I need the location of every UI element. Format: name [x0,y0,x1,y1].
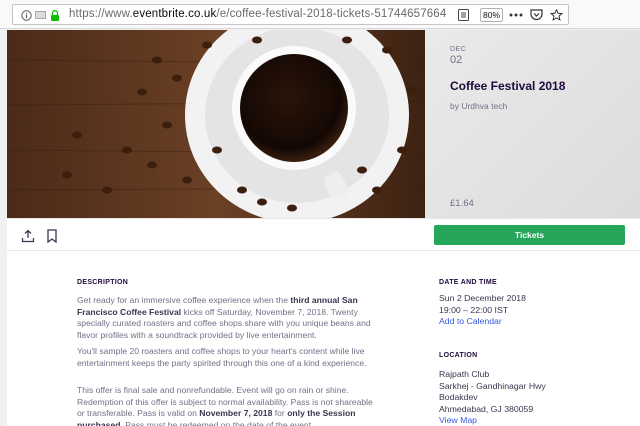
event-day: 02 [450,54,463,66]
reader-view-icon[interactable] [457,9,469,21]
browser-toolbar: https://www.eventbrite.co.uk/e/coffee-fe… [0,0,640,29]
venue-city: Ahmedabad, GJ 380059 [439,403,534,414]
venue-street: Sarkhej - Gandhinagar Hwy [439,380,546,391]
event-price: £1.64 [450,198,474,209]
text-run: Get ready for an immersive coffee experi… [77,295,291,305]
venue-name: Rajpath Club [439,369,490,379]
event-title: Coffee Festival 2018 [450,79,566,93]
date-time-heading: DATE AND TIME [439,279,497,286]
description-paragraph-3: This offer is final sale and nonrefundab… [77,385,379,426]
event-month: DEC [450,46,467,53]
info-icon[interactable] [20,9,32,21]
event-image [7,30,425,218]
bookmark-star-icon[interactable] [550,9,563,21]
text-run: . Pass must be redeemed on the date of t… [120,419,312,426]
tickets-button[interactable]: Tickets [434,225,625,245]
zoom-level-indicator[interactable]: 80% [480,8,503,22]
text-run: You'll sample 20 roasters and coffee sho… [77,346,367,368]
description-paragraph-2: You'll sample 20 roasters and coffee sho… [77,346,379,369]
add-to-calendar-link[interactable]: Add to Calendar [439,316,502,328]
address-bar[interactable]: https://www.eventbrite.co.uk/e/coffee-fe… [12,4,569,25]
event-organizer[interactable]: by Urdhva tech [450,101,507,111]
event-date: Sun 2 December 2018 [439,293,526,303]
event-details: DESCRIPTION Get ready for an immersive c… [7,251,640,426]
description-heading: DESCRIPTION [77,279,129,286]
bookmark-icon[interactable] [46,229,60,244]
url-path: /e/coffee-festival-2018-tickets-51744657… [216,8,447,20]
share-icon[interactable] [21,229,35,243]
permissions-icon[interactable] [35,9,46,21]
text-run: November 7, 2018 [199,408,273,418]
text-run: for [272,408,288,418]
event-time: 19:00 – 22:00 IST [439,304,509,315]
location-heading: LOCATION [439,352,478,359]
view-map-link[interactable]: View Map [439,415,477,426]
more-actions-icon[interactable] [509,9,523,21]
url-host: eventbrite.co.uk [132,8,217,20]
venue-area: Bodakdev [439,392,478,402]
event-summary-panel: DEC 02 Coffee Festival 2018 by Urdhva te… [425,30,640,218]
url-prefix: https://www. [69,8,133,20]
action-bar: Tickets [7,218,640,251]
lock-icon[interactable] [50,9,60,21]
event-hero: DEC 02 Coffee Festival 2018 by Urdhva te… [7,30,640,218]
url-text[interactable]: https://www.eventbrite.co.uk/e/coffee-fe… [69,8,446,20]
pocket-icon[interactable] [530,9,543,21]
description-paragraph-1: Get ready for an immersive coffee experi… [77,295,379,341]
